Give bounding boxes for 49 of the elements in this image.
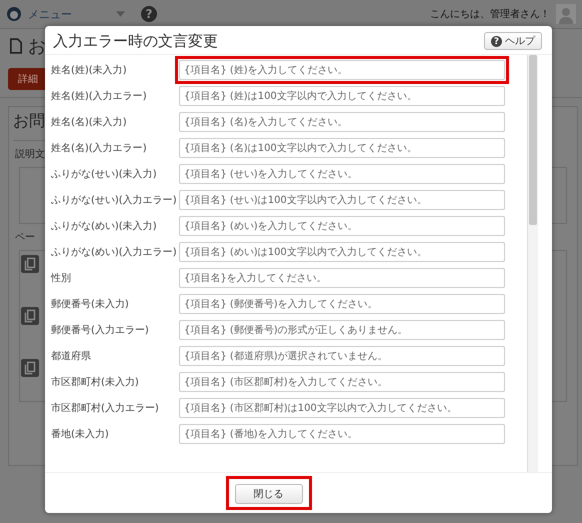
help-icon[interactable]: ?	[141, 6, 157, 22]
field-label: ふりがな(せい)(入力エラー)	[51, 194, 175, 207]
copy-icon[interactable]	[21, 255, 39, 273]
field-label: 姓名(名)(未入力)	[51, 116, 128, 129]
field-label: 市区郡町村(未入力)	[51, 376, 140, 389]
field-label: ふりがな(せい)(未入力)	[51, 168, 158, 181]
page-label: ペー	[15, 231, 35, 244]
help-label: ヘルプ	[505, 34, 535, 48]
message-field[interactable]: {項目名} (せい)は100文字以内で入力してください。	[179, 190, 505, 210]
message-field[interactable]: {項目名} (都道府県)が選択されていません。	[179, 346, 505, 366]
menu-link[interactable]: メニュー	[28, 6, 72, 22]
field-label: 姓名(姓)(未入力)	[51, 64, 128, 77]
message-field[interactable]: {項目名} (郵便番号)の形式が正しくありません。	[179, 320, 505, 340]
message-field[interactable]: {項目名} (名)を入力してください。	[179, 112, 505, 132]
greeting-text: こんにちは、管理者さん！	[430, 8, 550, 21]
message-field[interactable]: {項目名}を入力してください。	[179, 268, 505, 288]
logo-icon	[6, 6, 22, 22]
help-button[interactable]: ? ヘルプ	[484, 32, 542, 50]
message-field[interactable]: {項目名} (姓)を入力してください。	[179, 60, 505, 80]
document-icon	[10, 38, 22, 54]
close-button[interactable]: 閉じる	[234, 484, 302, 504]
scrollbar[interactable]	[527, 55, 538, 472]
field-label: 番地(未入力)	[51, 428, 110, 441]
copy-icon[interactable]	[21, 307, 39, 325]
message-field[interactable]: {項目名} (名)は100文字以内で入力してください。	[179, 138, 505, 158]
field-label: ふりがな(めい)(入力エラー)	[51, 246, 175, 259]
help-icon: ?	[491, 36, 502, 46]
copy-icon[interactable]	[21, 359, 39, 377]
page-title: お	[28, 35, 46, 58]
message-field[interactable]: {項目名} (姓)は100文字以内で入力してください。	[179, 86, 505, 106]
field-label: 姓名(名)(入力エラー)	[51, 142, 148, 155]
message-field[interactable]: {項目名} (せい)を入力してください。	[179, 164, 505, 184]
description-label: 説明文	[15, 148, 45, 161]
field-label: 都道府県	[51, 350, 92, 363]
message-field[interactable]: {項目名} (めい)を入力してください。	[179, 216, 505, 236]
field-label: 郵便番号(入力エラー)	[51, 324, 150, 337]
caret-icon[interactable]	[116, 11, 125, 17]
field-label: ふりがな(めい)(未入力)	[51, 220, 158, 233]
message-field[interactable]: {項目名} (市区郡町村)は100文字以内で入力してください。	[179, 398, 505, 418]
field-label: 性別	[51, 272, 72, 285]
field-label: 郵便番号(未入力)	[51, 298, 130, 311]
detail-settings-button[interactable]: 詳細	[8, 68, 48, 90]
field-label: 姓名(姓)(入力エラー)	[51, 90, 148, 103]
message-field[interactable]: {項目名} (番地)を入力してください。	[179, 424, 505, 444]
message-field[interactable]: {項目名} (めい)は100文字以内で入力してください。	[179, 242, 505, 262]
dialog-title: 入力エラー時の文言変更	[53, 32, 218, 50]
message-field[interactable]: {項目名} (郵便番号)を入力してください。	[179, 294, 505, 314]
message-field[interactable]: {項目名} (市区郡町村)を入力してください。	[179, 372, 505, 392]
field-label: 市区郡町村(入力エラー)	[51, 402, 160, 415]
